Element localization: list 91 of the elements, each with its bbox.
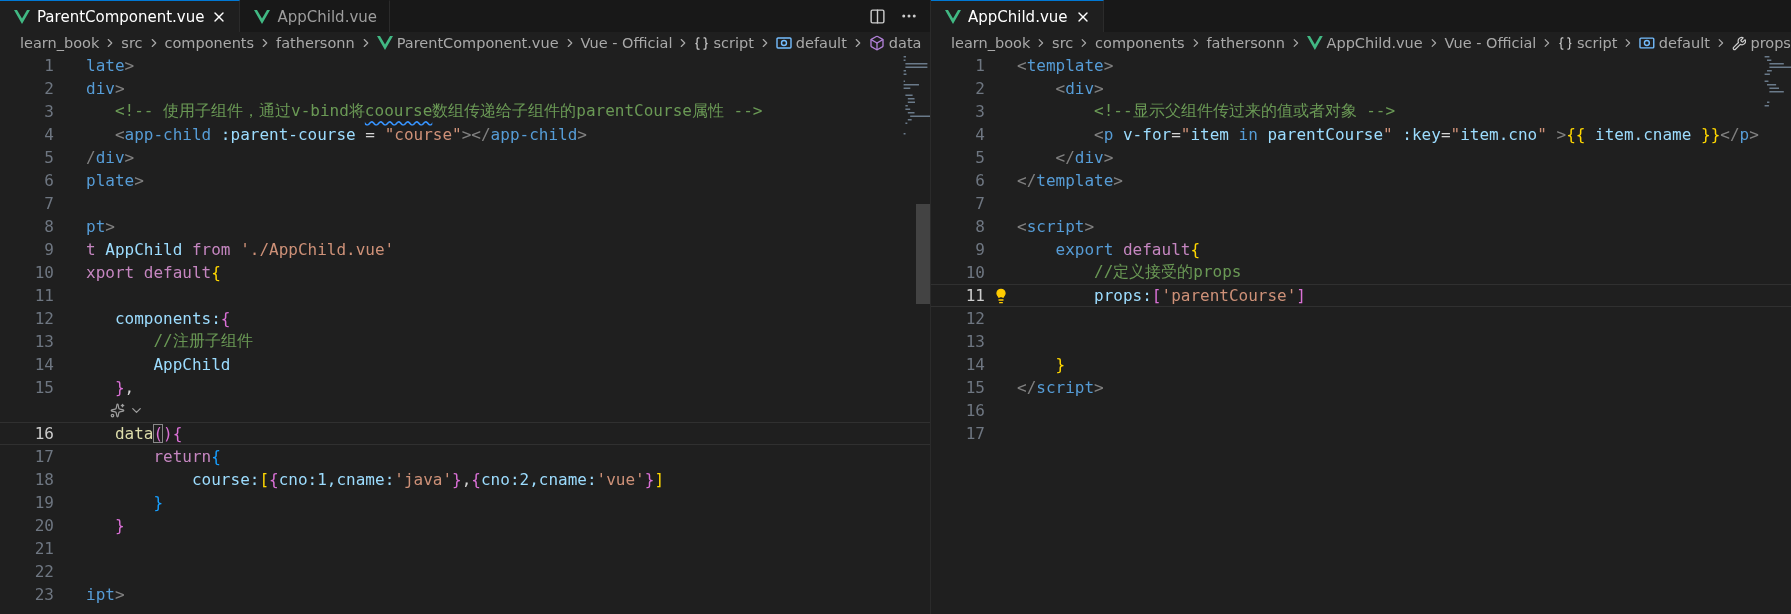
code-line: <template> (1017, 56, 1114, 75)
line-number: 15 (33, 378, 54, 397)
line-number: 8 (43, 217, 54, 236)
code-line: data(){ (113, 424, 183, 443)
line-number: 6 (974, 171, 985, 190)
code-line: //注册子组件 (152, 331, 253, 352)
breadcrumb-item[interactable]: learn_book (20, 35, 100, 51)
code-line: } (152, 493, 164, 512)
code-line: <div> (1054, 79, 1104, 98)
line-number: 13 (33, 332, 54, 351)
breadcrumb-item[interactable]: script (1576, 35, 1618, 51)
breadcrumb-item[interactable]: props (1750, 35, 1791, 51)
code-line: <p v-for="item in parentCourse" :key="item.cno" >{{ item.cname }}</p> (1093, 125, 1759, 144)
code-line: xport default{ (86, 263, 221, 282)
editor-tab[interactable]: AppChild.vue (931, 0, 1104, 32)
code-line: div> (86, 79, 125, 98)
code-line: </template> (1017, 171, 1123, 190)
line-number: 14 (964, 355, 985, 374)
breadcrumb-item[interactable]: Vue - Official (580, 35, 673, 51)
line-number: 8 (974, 217, 985, 236)
line-number: 3 (43, 102, 54, 121)
code-line: /div> (86, 148, 135, 167)
code-line: <!-- 使用子组件，通过v-bind将coourse数组传递给子组件的parentCourse属性 --> (113, 101, 763, 122)
line-number: 17 (964, 424, 985, 443)
breadcrumb-item[interactable]: default (1658, 35, 1710, 51)
line-number: 5 (43, 148, 54, 167)
line-number: 4 (974, 125, 985, 144)
line-number: 7 (43, 194, 54, 213)
line-number: 20 (33, 516, 54, 535)
line-number: 12 (964, 309, 985, 328)
code-line: <script> (1017, 217, 1095, 236)
breadcrumb-item[interactable]: learn_book (951, 35, 1031, 51)
code-line: </script> (1017, 378, 1104, 397)
breadcrumb-item[interactable]: components (1095, 35, 1185, 51)
editor-tab[interactable]: ParentComponent.vue (0, 0, 241, 32)
breadcrumb-item[interactable]: components (164, 35, 255, 51)
line-number: 12 (33, 309, 54, 328)
line-number: 19 (33, 493, 54, 512)
breadcrumb-item[interactable]: src (1052, 35, 1074, 51)
breadcrumb-item[interactable]: data (888, 35, 922, 51)
breadcrumb-item[interactable]: AppChild.vue (1326, 35, 1423, 51)
line-number: 2 (974, 79, 985, 98)
line-number: 5 (974, 148, 985, 167)
breadcrumb-item[interactable]: script (713, 35, 754, 51)
line-number: 16 (964, 401, 985, 420)
line-number: 18 (33, 470, 54, 489)
line-number: 16 (33, 424, 54, 443)
code-line: return{ (152, 447, 221, 466)
line-number: 14 (33, 355, 54, 374)
line-number: 10 (964, 263, 985, 282)
line-number: 13 (964, 332, 985, 351)
code-line: //定义接受的props (1093, 262, 1242, 283)
code-line: }, (113, 378, 135, 397)
breadcrumb-item[interactable]: ParentComponent.vue (396, 35, 559, 51)
code-line: } (1054, 355, 1066, 374)
line-number: 7 (974, 194, 985, 213)
code-line: export default{ (1054, 240, 1201, 259)
breadcrumb-item[interactable]: src (121, 35, 143, 51)
line-number: 23 (33, 585, 54, 604)
line-number: 6 (43, 171, 54, 190)
code-line: late> (86, 56, 135, 75)
code-line: plate> (86, 171, 144, 190)
line-number: 11 (964, 286, 985, 305)
code-line: t AppChild from './AppChild.vue' (86, 240, 395, 259)
line-number: 10 (33, 263, 54, 282)
line-number: 3 (974, 102, 985, 121)
code-line: ipt> (86, 585, 125, 604)
line-number: 22 (33, 562, 54, 581)
code-line: AppChild (152, 355, 231, 374)
breadcrumb-item[interactable]: default (795, 35, 847, 51)
line-number: 9 (974, 240, 985, 259)
line-number: 11 (33, 286, 54, 305)
line-number: 15 (964, 378, 985, 397)
code-line: components:{ (113, 309, 231, 328)
line-number: 17 (33, 447, 54, 466)
breadcrumb-item[interactable]: fathersonn (1206, 35, 1285, 51)
line-number: 9 (43, 240, 54, 259)
breadcrumb-item[interactable]: Vue - Official (1444, 35, 1537, 51)
line-number: 2 (43, 79, 54, 98)
code-line: </div> (1054, 148, 1114, 167)
code-line: <app-child :parent-course = "course"></app-child> (113, 125, 587, 144)
line-number: 4 (43, 125, 54, 144)
line-number: 1 (974, 56, 985, 75)
breadcrumb-item[interactable]: fathersonn (276, 35, 355, 51)
code-line: course:[{cno:1,cname:'java'},{cno:2,cname:'vue'}] (190, 470, 665, 489)
code-line: props:['parentCourse'] (1093, 286, 1306, 305)
code-line: pt> (86, 217, 115, 236)
code-line: <!--显示父组件传过来的值或者对象 --> (1093, 101, 1396, 122)
code-line: } (113, 516, 125, 535)
line-number: 1 (43, 56, 54, 75)
line-number: 21 (33, 539, 54, 558)
